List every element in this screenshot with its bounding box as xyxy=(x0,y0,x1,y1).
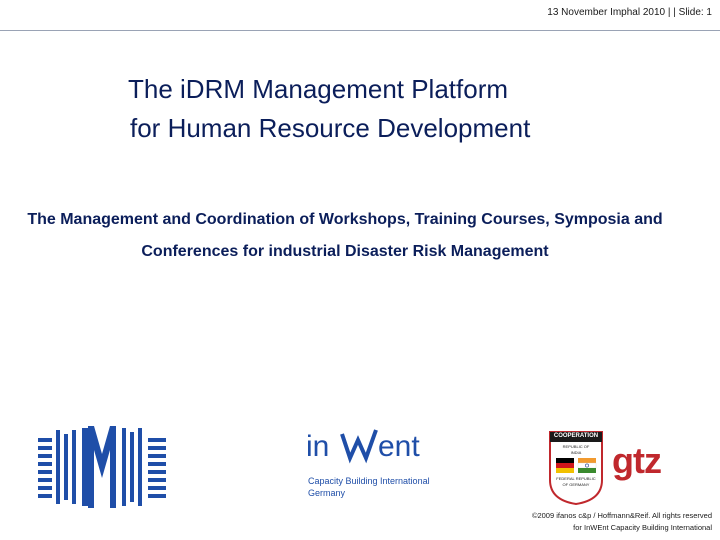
inwent-tagline-2: Germany xyxy=(308,488,346,498)
cooperation-india: INDIA xyxy=(570,450,582,455)
header-bar: 13 November Imphal 2010 | | Slide: 1 xyxy=(0,0,720,31)
cooperation-republic-of: REPUBLIC OF xyxy=(562,444,590,449)
slide-info: 13 November Imphal 2010 | | Slide: 1 xyxy=(547,7,712,18)
cooperation-of-germany: OF GERMANY xyxy=(562,482,590,487)
slide-subtitle: The Management and Coordination of Works… xyxy=(27,211,663,260)
inwent-wordmark: in ent xyxy=(306,429,420,464)
copyright-footer: ©2009 ifanos c&p / Hoffmann&Reif. All ri… xyxy=(532,510,712,534)
cooperation-title: COOPERATION xyxy=(553,433,599,439)
inwent-logo: in ent Capacity Building International G… xyxy=(306,424,446,504)
inwent-tagline-1: Capacity Building International xyxy=(308,476,430,486)
svg-text:ent: ent xyxy=(378,430,420,463)
cooperation-shield: COOPERATION REPUBLIC OF INDIA FEDERAL RE… xyxy=(548,430,604,506)
copyright-line-2: for InWEnt Capacity Building Internation… xyxy=(573,523,712,532)
slide-title-line-1: The iDRM Management Platform xyxy=(128,74,509,104)
cooperation-federal-republic: FEDERAL REPUBLIC xyxy=(556,476,596,481)
copyright-line-1: ©2009 ifanos c&p / Hoffmann&Reif. All ri… xyxy=(531,511,712,520)
idrm-emblem-logo xyxy=(38,426,166,508)
slide-title-line-2: for Human Resource Development xyxy=(130,113,531,143)
svg-text:in: in xyxy=(306,430,329,463)
gtz-logo: gtz xyxy=(612,440,662,481)
